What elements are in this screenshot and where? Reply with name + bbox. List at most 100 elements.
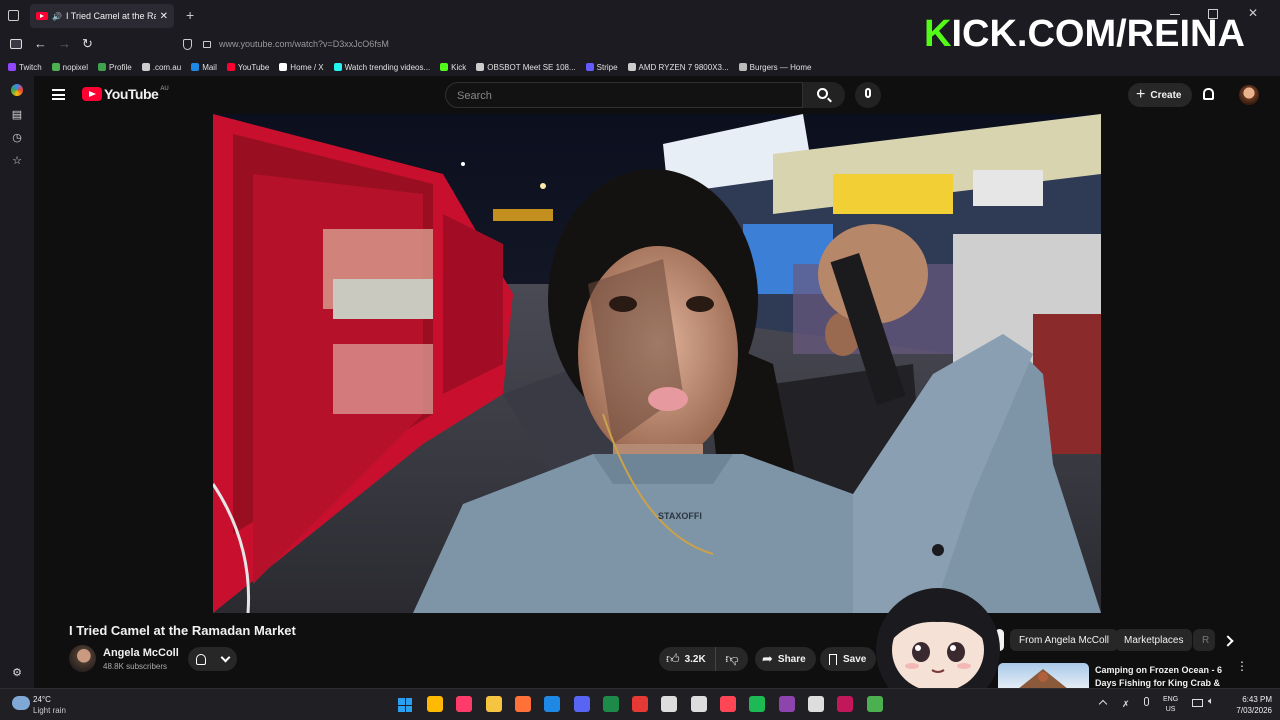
kick-overlay-text: KICK.COM/REINA bbox=[924, 12, 1245, 56]
bookmark-icon bbox=[829, 653, 837, 665]
tray-app-icon[interactable]: ✗ bbox=[1122, 699, 1130, 710]
user-avatar[interactable] bbox=[1239, 85, 1259, 105]
clock-date: 7/03/2026 bbox=[1236, 706, 1272, 715]
bookmark-favicon-icon bbox=[141, 63, 150, 71]
chip-marketplaces[interactable]: Marketplaces bbox=[1115, 629, 1193, 651]
voice-search-button[interactable] bbox=[855, 82, 881, 108]
video-player[interactable]: STAXOFFI bbox=[213, 114, 1101, 613]
tab-list-icon[interactable] bbox=[8, 10, 19, 21]
bookmark-label: Kick bbox=[451, 62, 467, 72]
bookmark-item[interactable]: Profile bbox=[98, 63, 132, 72]
bookmark-item[interactable]: Watch trending videos... bbox=[333, 63, 430, 72]
taskbar-app-icon[interactable] bbox=[485, 696, 502, 712]
browser-tab-active[interactable]: 🔊 I Tried Camel at the Ramadan ✕ bbox=[30, 4, 174, 28]
bookmark-favicon-icon bbox=[627, 63, 636, 71]
taskbar-app-icon[interactable] bbox=[544, 696, 561, 712]
bookmark-item[interactable]: nopixel bbox=[51, 63, 88, 72]
chip-from-channel[interactable]: From Angela McColl bbox=[1010, 629, 1119, 651]
dislike-button[interactable]: 👎︎ bbox=[716, 651, 748, 667]
bookmark-item[interactable]: OBSBOT Meet SE 108... bbox=[476, 63, 576, 72]
weather-desc[interactable]: Light rain bbox=[33, 706, 66, 715]
taskbar-app-icon[interactable] bbox=[866, 696, 883, 712]
chip-partial[interactable]: R bbox=[1193, 629, 1215, 651]
tab-close-icon[interactable]: ✕ bbox=[160, 11, 168, 22]
weather-icon[interactable] bbox=[12, 696, 30, 710]
taskbar-app-icon[interactable] bbox=[661, 696, 678, 712]
next-video-thumbnail[interactable] bbox=[998, 663, 1089, 689]
forward-arrow-icon[interactable]: → bbox=[58, 36, 71, 51]
bookmark-item[interactable]: .com.au bbox=[141, 63, 181, 72]
more-options-icon[interactable]: ⋮ bbox=[1236, 660, 1248, 672]
search-button[interactable] bbox=[803, 82, 845, 108]
clock[interactable]: 6:43 PM 7/03/2026 bbox=[1226, 694, 1272, 716]
taskbar-app-icon[interactable] bbox=[690, 696, 707, 712]
bookmark-label: Profile bbox=[109, 62, 132, 72]
back-arrow-icon[interactable]: ← bbox=[34, 36, 47, 51]
taskbar-app-icon[interactable] bbox=[456, 696, 473, 712]
kick-overlay-rest: ICK.COM/REINA bbox=[951, 13, 1245, 55]
browser-sidebar: ▤ ◷ ☆ ⚙ bbox=[0, 76, 34, 688]
bookmark-item[interactable]: Kick bbox=[440, 63, 466, 72]
windows-taskbar: 24°C Light rain ✗ ENG US 🔈︎ 6:43 PM 7/03… bbox=[0, 688, 1280, 720]
like-dislike-group: 👍︎ 3.2K 👎︎ bbox=[659, 647, 748, 671]
settings-gear-icon[interactable]: ⚙ bbox=[11, 667, 23, 679]
notifications-bell-icon[interactable] bbox=[1203, 88, 1214, 100]
microphone-tray-icon[interactable] bbox=[1144, 697, 1149, 706]
sidebar-toggle-icon[interactable] bbox=[10, 39, 22, 49]
video-title: I Tried Camel at the Ramadan Market bbox=[69, 623, 296, 638]
taskbar-app-icon[interactable] bbox=[602, 696, 619, 712]
lock-icon bbox=[203, 41, 211, 48]
chips-next-chevron-icon[interactable] bbox=[1222, 635, 1234, 647]
language-indicator[interactable]: ENG US bbox=[1163, 695, 1178, 715]
taskbar-app-icon[interactable] bbox=[427, 696, 443, 712]
create-label: Create bbox=[1150, 89, 1182, 101]
taskbar-app-icon[interactable] bbox=[778, 696, 795, 712]
new-tab-button[interactable]: + bbox=[186, 7, 194, 23]
bookmark-favicon-icon bbox=[8, 63, 16, 71]
search-input[interactable]: Search bbox=[445, 82, 803, 108]
microphone-icon bbox=[865, 88, 871, 98]
tray-chevron-up-icon[interactable] bbox=[1098, 699, 1108, 709]
window-close-icon[interactable]: ✕ bbox=[1248, 6, 1258, 20]
create-button[interactable]: + Create bbox=[1128, 83, 1193, 107]
bookmark-item[interactable]: Twitch bbox=[8, 63, 42, 72]
bookmark-item[interactable]: Stripe bbox=[585, 63, 618, 72]
channel-avatar[interactable] bbox=[69, 645, 96, 672]
bookmark-favicon-icon bbox=[738, 63, 747, 71]
share-button[interactable]: ➦ Share bbox=[755, 647, 816, 671]
bookmark-label: Home / X bbox=[290, 62, 324, 72]
bookmark-item[interactable]: Home / X bbox=[279, 62, 324, 72]
tab-title: I Tried Camel at the Ramadan bbox=[65, 11, 156, 21]
history-icon[interactable]: ◷ bbox=[11, 132, 23, 144]
bookmark-item[interactable]: Mail bbox=[191, 63, 217, 72]
network-icon[interactable] bbox=[1192, 699, 1203, 707]
like-button[interactable]: 👍︎ 3.2K bbox=[659, 647, 716, 671]
taskbar-app-icon[interactable] bbox=[807, 696, 824, 712]
bookmark-favicon-icon bbox=[279, 63, 288, 71]
ai-chatbot-icon[interactable] bbox=[11, 84, 23, 96]
synced-tabs-icon[interactable]: ▤ bbox=[11, 109, 23, 121]
start-button-icon[interactable] bbox=[398, 698, 412, 712]
chip-label: Marketplaces bbox=[1124, 634, 1184, 646]
tracking-shield-icon[interactable] bbox=[183, 39, 192, 50]
bookmark-item[interactable]: Burgers — Home bbox=[738, 63, 811, 72]
taskbar-app-icon[interactable] bbox=[632, 696, 649, 712]
hamburger-menu-icon[interactable] bbox=[52, 89, 65, 100]
channel-name[interactable]: Angela McColl bbox=[103, 647, 179, 659]
youtube-logo[interactable]: YouTube AU bbox=[82, 86, 169, 102]
bookmark-favicon-icon bbox=[226, 63, 235, 71]
taskbar-app-icon[interactable] bbox=[837, 696, 854, 712]
weather-temp[interactable]: 24°C bbox=[33, 695, 51, 704]
reload-icon[interactable]: ↻ bbox=[82, 36, 93, 52]
taskbar-app-icon[interactable] bbox=[720, 696, 736, 712]
bookmark-item[interactable]: AMD RYZEN 7 9800X3... bbox=[627, 63, 729, 72]
bookmark-favicon-icon bbox=[98, 63, 107, 71]
url-bar[interactable]: www.youtube.com/watch?v=D3xxJcO6fsM bbox=[219, 39, 389, 49]
bookmarks-star-icon[interactable]: ☆ bbox=[11, 155, 23, 167]
volume-icon[interactable]: 🔈︎ bbox=[1208, 696, 1214, 707]
subscribed-notifications-button[interactable] bbox=[188, 647, 237, 671]
bookmark-item[interactable]: YouTube bbox=[226, 63, 269, 72]
taskbar-app-icon[interactable] bbox=[573, 696, 590, 712]
taskbar-app-icon[interactable] bbox=[514, 696, 531, 712]
taskbar-app-icon[interactable] bbox=[749, 696, 766, 712]
